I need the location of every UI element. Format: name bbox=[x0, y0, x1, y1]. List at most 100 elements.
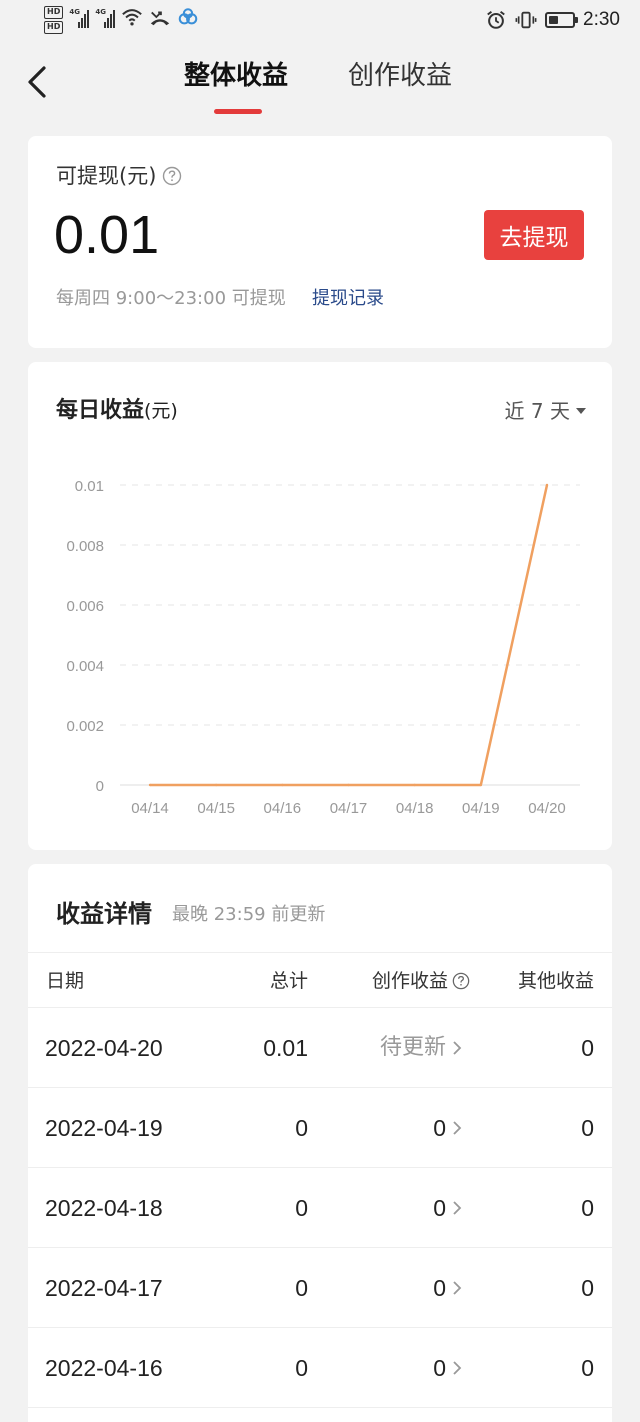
dropdown-caret-icon bbox=[576, 408, 586, 414]
back-arrow-icon[interactable] bbox=[24, 62, 54, 102]
x-tick-label: 04/20 bbox=[528, 800, 566, 817]
row-other: 0 bbox=[581, 1035, 594, 1061]
withdraw-schedule-text: 每周四 9:00～23:00 可提现 bbox=[56, 288, 286, 309]
data-point bbox=[413, 783, 416, 787]
table-row: 2022-04-16 0 0 0 bbox=[28, 1328, 612, 1408]
series-line bbox=[150, 484, 549, 787]
help-question-icon[interactable] bbox=[162, 166, 182, 186]
y-tick-label: 0.006 bbox=[66, 598, 104, 615]
chevron-right-icon bbox=[453, 1281, 462, 1295]
help-question-icon[interactable] bbox=[452, 972, 470, 990]
y-tick-label: 0.002 bbox=[66, 718, 104, 735]
alarm-icon bbox=[487, 10, 505, 29]
table-row: 2022-04-19 0 0 0 bbox=[28, 1088, 612, 1168]
data-point bbox=[545, 483, 549, 487]
y-tick-label: 0.01 bbox=[75, 478, 104, 495]
row-other: 0 bbox=[581, 1355, 594, 1381]
row-total: 0.01 bbox=[263, 1035, 308, 1061]
row-creation-link[interactable]: 0 bbox=[433, 1352, 462, 1384]
sim2-hd-badge: HD bbox=[44, 21, 64, 34]
signal-2-icon: 4G bbox=[95, 6, 116, 28]
x-tick-label: 04/17 bbox=[330, 800, 368, 817]
row-date: 2022-04-17 bbox=[45, 1275, 163, 1301]
row-creation-value: 0 bbox=[433, 1115, 446, 1141]
nav-bar: 整体收益 创作收益 bbox=[0, 44, 640, 120]
chevron-right-icon bbox=[453, 1041, 462, 1055]
daily-earnings-title-text: 每日收益 bbox=[56, 398, 145, 423]
status-left: HD HD 4G 4G bbox=[44, 6, 199, 34]
row-other: 0 bbox=[581, 1275, 594, 1301]
status-right: 2:30 bbox=[485, 9, 620, 31]
missed-call-icon bbox=[151, 11, 170, 26]
column-header-creation: 创作收益 bbox=[372, 967, 470, 995]
active-tab-indicator bbox=[214, 109, 262, 114]
row-creation-link[interactable]: 待更新 bbox=[380, 1032, 462, 1064]
battery-icon bbox=[545, 12, 579, 28]
row-creation-value: 待更新 bbox=[379, 1035, 446, 1060]
earnings-detail-subtitle: 最晚 23:59 前更新 bbox=[172, 904, 326, 925]
row-other: 0 bbox=[581, 1195, 594, 1221]
withdraw-record-link[interactable]: 提现记录 bbox=[312, 286, 384, 312]
withdrawable-amount: 0.01 bbox=[54, 205, 160, 265]
withdraw-button[interactable]: 去提现 bbox=[484, 210, 584, 260]
earnings-detail-title: 收益详情 bbox=[56, 900, 152, 928]
table-row: 2022-04-18 0 0 0 bbox=[28, 1168, 612, 1248]
status-time: 2:30 bbox=[583, 9, 620, 30]
data-point bbox=[347, 783, 350, 787]
range-selector[interactable]: 近 7 天 bbox=[505, 396, 586, 426]
withdrawable-label-row: 可提现(元) bbox=[56, 162, 182, 190]
daily-earnings-chart: 0 0.002 0.004 0.006 0.008 0.01 04/14 04/15 04/16… bbox=[66, 478, 580, 817]
x-tick-label: 04/15 bbox=[197, 800, 235, 817]
row-creation-link[interactable]: 0 bbox=[433, 1272, 462, 1304]
column-header-creation-label: 创作收益 bbox=[371, 970, 448, 992]
status-bar: HD HD 4G 4G 2:30 bbox=[0, 0, 640, 44]
row-creation-value: 0 bbox=[433, 1195, 446, 1221]
row-date: 2022-04-20 bbox=[45, 1035, 163, 1061]
daily-earnings-card: 0 0.002 0.004 0.006 0.008 0.01 04/14 04/15 04/16… bbox=[28, 362, 612, 850]
daily-earnings-title: 每日收益(元) bbox=[56, 396, 178, 426]
row-total: 0 bbox=[295, 1275, 308, 1301]
row-creation-value: 0 bbox=[433, 1355, 446, 1381]
sim-indicators: HD HD bbox=[44, 6, 64, 34]
network-type-1: 4G bbox=[69, 8, 80, 16]
daily-earnings-unit: (元) bbox=[144, 400, 178, 422]
x-tick-label: 04/16 bbox=[264, 800, 302, 817]
chevron-right-icon bbox=[453, 1361, 462, 1375]
wifi-icon bbox=[122, 9, 143, 26]
network-type-2: 4G bbox=[95, 8, 106, 16]
column-header-date: 日期 bbox=[46, 970, 85, 992]
table-row: 2022-04-20 0.01 待更新 0 bbox=[28, 1008, 612, 1088]
y-tick-label: 0.008 bbox=[66, 538, 104, 555]
row-other: 0 bbox=[581, 1115, 594, 1141]
chevron-right-icon bbox=[453, 1121, 462, 1135]
signal-1-icon: 4G bbox=[69, 6, 90, 28]
x-tick-label: 04/14 bbox=[131, 800, 169, 817]
x-tick-label: 04/18 bbox=[396, 800, 434, 817]
row-creation-link[interactable]: 0 bbox=[433, 1112, 462, 1144]
x-tick-label: 04/19 bbox=[462, 800, 500, 817]
withdrawable-label: 可提现(元) bbox=[56, 164, 157, 188]
data-point bbox=[214, 783, 218, 787]
column-header-other: 其他收益 bbox=[517, 970, 594, 992]
row-date: 2022-04-16 bbox=[45, 1355, 163, 1381]
column-header-total: 总计 bbox=[269, 970, 308, 992]
tab-creation-earnings[interactable]: 创作收益 bbox=[348, 58, 452, 94]
table-header: 日期 总计 创作收益 其他收益 bbox=[28, 952, 612, 1008]
cloud-app-icon bbox=[179, 8, 198, 25]
data-point bbox=[479, 783, 483, 787]
y-tick-label: 0 bbox=[96, 778, 104, 795]
table-row: 2022-04-17 0 0 0 bbox=[28, 1248, 612, 1328]
row-creation-link[interactable]: 0 bbox=[433, 1192, 462, 1224]
y-tick-label: 0.004 bbox=[66, 658, 104, 675]
row-date: 2022-04-19 bbox=[45, 1115, 163, 1141]
chevron-right-icon bbox=[453, 1201, 462, 1215]
data-point bbox=[281, 783, 284, 787]
withdraw-card: 可提现(元) 0.01 去提现 每周四 9:00～23:00 可提现 提现记录 bbox=[28, 136, 612, 348]
tab-overall-earnings[interactable]: 整体收益 bbox=[184, 58, 288, 94]
row-creation-value: 0 bbox=[433, 1275, 446, 1301]
sim1-hd-badge: HD bbox=[44, 6, 64, 19]
row-date: 2022-04-18 bbox=[45, 1195, 163, 1221]
row-total: 0 bbox=[295, 1115, 308, 1141]
data-point bbox=[148, 783, 152, 787]
earnings-detail-card: 收益详情 最晚 23:59 前更新 日期 总计 创作收益 其他收益 2022-0… bbox=[28, 864, 612, 1422]
